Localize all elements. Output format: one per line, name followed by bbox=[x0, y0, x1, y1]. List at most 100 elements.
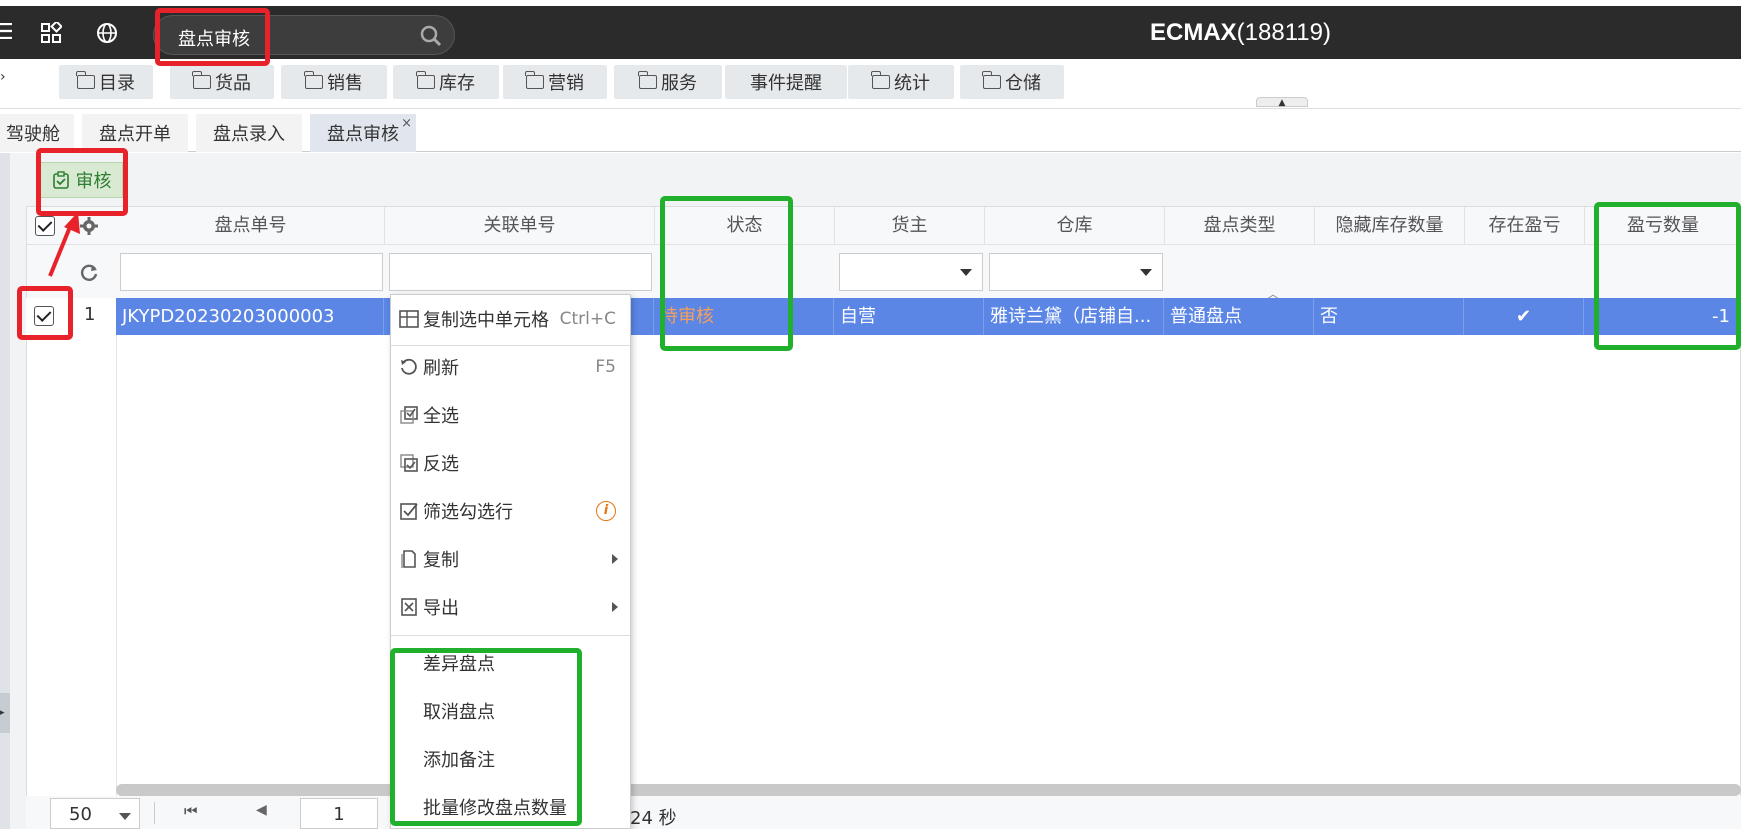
close-icon[interactable]: × bbox=[401, 116, 412, 131]
context-item-copy-cell[interactable]: 复制选中单元格 Ctrl+C bbox=[391, 299, 630, 339]
context-item-filter-checked[interactable]: 筛选勾选行 i bbox=[391, 491, 630, 531]
order-no-filter-input[interactable] bbox=[120, 253, 383, 291]
context-item-copy[interactable]: 复制 bbox=[391, 539, 630, 579]
copy-icon bbox=[401, 550, 416, 568]
folder-icon bbox=[192, 71, 211, 89]
tab-stocktake-create[interactable]: 盘点开单 bbox=[82, 114, 188, 152]
cell-has-profit-loss[interactable]: ✔ bbox=[1464, 298, 1584, 335]
context-item-select-all[interactable]: 全选 bbox=[391, 395, 630, 435]
context-item-invert-select[interactable]: 反选 bbox=[391, 443, 630, 483]
export-icon bbox=[401, 598, 417, 616]
globe-icon[interactable] bbox=[96, 22, 118, 44]
warehouse-filter-select[interactable] bbox=[989, 253, 1163, 291]
submenu-arrow-icon bbox=[612, 554, 618, 564]
context-item-label: 筛选勾选行 bbox=[423, 502, 513, 523]
menu-item-statistics[interactable]: 统计 bbox=[848, 65, 954, 99]
annotation-stocktake-actions bbox=[390, 648, 582, 826]
cell-warehouse[interactable]: 雅诗兰黛（店铺自... bbox=[984, 298, 1164, 335]
menu-item-label: 服务 bbox=[661, 73, 697, 94]
context-item-label: 导出 bbox=[423, 598, 459, 619]
cell-type[interactable]: 普通盘点 bbox=[1164, 298, 1314, 335]
collapse-toggle-icon[interactable]: ▲ bbox=[1256, 97, 1308, 108]
annotation-row-checkbox bbox=[17, 286, 73, 340]
menu-item-inventory[interactable]: 库存 bbox=[393, 65, 499, 99]
search-icon[interactable] bbox=[420, 25, 442, 47]
tab-stocktake-entry[interactable]: 盘点录入 bbox=[196, 114, 302, 152]
tab-label: 驾驶舱 bbox=[6, 124, 60, 145]
page-number-input[interactable]: 1 bbox=[300, 798, 378, 829]
invert-select-icon bbox=[400, 454, 418, 472]
apps-icon[interactable] bbox=[40, 22, 62, 44]
col-header-order-no[interactable]: 盘点单号 bbox=[117, 207, 385, 245]
table-row[interactable]: JKYPD20230203000003 待审核 自营 雅诗兰黛（店铺自... 普… bbox=[116, 298, 1741, 335]
app-title: ECMAX(188119) bbox=[1150, 19, 1331, 47]
tab-label: 盘点审核 bbox=[327, 124, 399, 145]
col-header-owner[interactable]: 货主 bbox=[835, 207, 985, 245]
shortcut-label: Ctrl+C bbox=[559, 309, 616, 329]
menu-item-label: 目录 bbox=[99, 73, 135, 94]
folder-icon bbox=[76, 71, 95, 89]
menu-item-label: 营销 bbox=[548, 73, 584, 94]
table-icon bbox=[399, 310, 419, 328]
annotation-status-column bbox=[660, 196, 793, 351]
page-size-select[interactable]: 50 bbox=[50, 798, 140, 829]
divider bbox=[391, 635, 630, 636]
menu-item-marketing[interactable]: 营销 bbox=[503, 65, 607, 99]
menu-item-sales[interactable]: 销售 bbox=[281, 65, 387, 99]
tab-stocktake-audit[interactable]: 盘点审核 × bbox=[310, 114, 416, 152]
folder-icon bbox=[416, 71, 435, 89]
cell-owner[interactable]: 自营 bbox=[834, 298, 984, 335]
annotation-search-box bbox=[155, 8, 270, 66]
collapse-arrow-icon[interactable]: › bbox=[0, 69, 6, 85]
annotation-arrow bbox=[48, 212, 80, 277]
annotation-audit-button bbox=[36, 148, 128, 216]
annotation-profit-loss-column bbox=[1594, 202, 1741, 350]
tab-label: 盘点开单 bbox=[99, 124, 171, 145]
menu-item-event-reminder[interactable]: 事件提醒 bbox=[725, 65, 847, 99]
menu-icon[interactable]: ☰ bbox=[0, 20, 14, 45]
col-header-has-profit-loss[interactable]: 存在盈亏 bbox=[1465, 207, 1585, 245]
folder-icon bbox=[638, 71, 657, 89]
menu-item-goods[interactable]: 货品 bbox=[170, 65, 274, 99]
horizontal-scrollbar[interactable] bbox=[116, 784, 1741, 796]
context-item-refresh[interactable]: 刷新 F5 bbox=[391, 347, 630, 387]
owner-filter-select[interactable] bbox=[839, 253, 983, 291]
left-side-strip: ▸ bbox=[0, 153, 10, 829]
menu-item-warehousing[interactable]: 仓储 bbox=[960, 65, 1064, 99]
folder-icon bbox=[871, 71, 890, 89]
filter-row: ︿ bbox=[27, 245, 1740, 301]
app-title-name: ECMAX bbox=[1150, 19, 1237, 46]
refresh-icon bbox=[401, 358, 417, 375]
select-all-icon bbox=[400, 406, 418, 424]
related-no-filter-input[interactable] bbox=[389, 253, 652, 291]
folder-icon bbox=[982, 71, 1001, 89]
context-item-label: 全选 bbox=[423, 406, 459, 427]
load-time-text: 24 秒 bbox=[630, 808, 677, 829]
menu-item-label: 库存 bbox=[439, 73, 475, 94]
divider bbox=[154, 802, 155, 824]
col-header-related-no[interactable]: 关联单号 bbox=[385, 207, 655, 245]
first-page-icon[interactable]: ⏮ bbox=[184, 802, 198, 820]
menu-item-catalog[interactable]: 目录 bbox=[59, 65, 153, 99]
tab-cockpit[interactable]: 驾驶舱 bbox=[0, 114, 74, 152]
col-header-hide-stock[interactable]: 隐藏库存数量 bbox=[1315, 207, 1465, 245]
prev-page-icon[interactable]: ◀ bbox=[256, 802, 267, 818]
pagination-bar: 50 ⏮ ◀ 1 24 秒 bbox=[26, 796, 1741, 829]
cell-hide-stock[interactable]: 否 bbox=[1314, 298, 1464, 335]
app-title-code: (188119) bbox=[1236, 19, 1331, 46]
context-item-label: 刷新 bbox=[423, 358, 459, 379]
context-item-label: 复制选中单元格 bbox=[423, 310, 549, 331]
folder-icon bbox=[304, 71, 323, 89]
context-item-export[interactable]: 导出 bbox=[391, 587, 630, 627]
tab-bar: 驾驶舱 盘点开单 盘点录入 盘点审核 × bbox=[0, 110, 1741, 152]
row-number-column bbox=[27, 299, 117, 799]
menu-item-service[interactable]: 服务 bbox=[614, 65, 722, 99]
col-header-warehouse[interactable]: 仓库 bbox=[985, 207, 1165, 245]
menu-item-label: 销售 bbox=[327, 73, 363, 94]
divider bbox=[391, 345, 630, 346]
info-icon[interactable]: i bbox=[596, 501, 616, 521]
expand-arrow-icon[interactable]: ▸ bbox=[0, 693, 10, 733]
cell-order-no[interactable]: JKYPD20230203000003 bbox=[116, 298, 384, 335]
stocktake-grid: 盘点单号 关联单号 状态 货主 仓库 盘点类型 隐藏库存数量 存在盈亏 盈亏数量… bbox=[26, 206, 1741, 799]
col-header-type[interactable]: 盘点类型 bbox=[1165, 207, 1315, 245]
